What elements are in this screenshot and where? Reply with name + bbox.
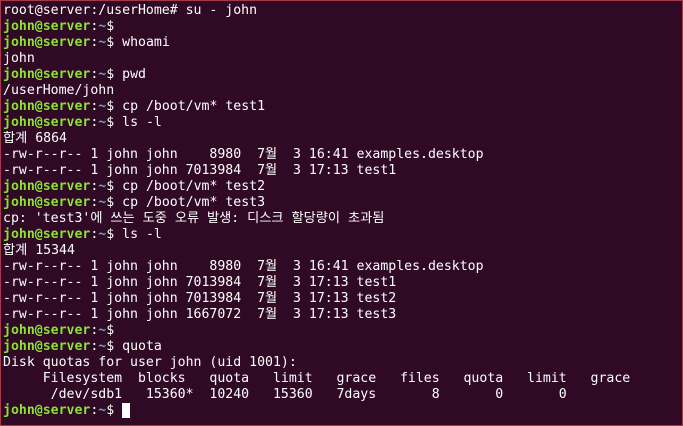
output-line: -rw-r--r-- 1 john john 8980 7월 3 16:41 e… [3,147,682,163]
command-text: whoami [114,35,170,50]
line-text: -rw-r--r-- 1 john john 8980 7월 3 16:41 e… [3,147,484,162]
prompt-user-host: john@server [3,339,91,354]
text-cursor [122,403,131,418]
line-text: root@server:/userHome# su - john [3,3,258,18]
line-text: -rw-r--r-- 1 john john 7013984 7월 3 17:1… [3,291,397,306]
prompt-symbol: $ [106,227,115,242]
output-line: 합계 6864 [3,131,682,147]
prompt-user-host: john@server [3,403,91,418]
line-text: -rw-r--r-- 1 john john 7013984 7월 3 17:1… [3,275,397,290]
command-text: ls -l [114,227,162,242]
prompt-user-host: john@server [3,115,91,130]
prompt-symbol: $ [106,179,115,194]
prompt-user-host: john@server [3,99,91,114]
prompt-symbol: $ [106,19,115,34]
line-text: /dev/sdb1 15360* 10240 15360 7days 8 0 0 [3,387,567,402]
prompt-user-host: john@server [3,195,91,210]
prompt-line: john@server:~$ cp /boot/vm* test1 [3,99,682,115]
command-text[interactable] [114,403,122,418]
output-line: Disk quotas for user john (uid 1001): [3,355,682,371]
output-line: /userHome/john [3,83,682,99]
command-text: cp /boot/vm* test2 [114,179,266,194]
line-text: -rw-r--r-- 1 john john 1667072 7월 3 17:1… [3,307,397,322]
prompt-symbol: $ [106,67,115,82]
output-line: cp: 'test3'에 쓰는 도중 오류 발생: 디스크 할당량이 초과됨 [3,211,682,227]
line-text: Disk quotas for user john (uid 1001): [3,355,297,370]
terminal-window[interactable]: root@server:/userHome# su - john john@ser… [0,0,683,426]
output-line: -rw-r--r-- 1 john john 1667072 7월 3 17:1… [3,307,682,323]
prompt-user-host: john@server [3,19,91,34]
prompt-line: john@server:~$ quota [3,339,682,355]
prompt-line: john@server:~$ [3,19,682,35]
prompt-symbol: $ [106,115,115,130]
command-text: pwd [114,67,146,82]
output-line: -rw-r--r-- 1 john john 7013984 7월 3 17:1… [3,275,682,291]
output-line: -rw-r--r-- 1 john john 8980 7월 3 16:41 e… [3,259,682,275]
prompt-user-host: john@server [3,179,91,194]
prompt-symbol: $ [106,403,115,418]
prompt-user-host: john@server [3,227,91,242]
command-text: cp /boot/vm* test1 [114,99,266,114]
prompt-user-host: john@server [3,323,91,338]
command-prompt-line: john@server:~$ [3,403,682,419]
terminal-output: root@server:/userHome# su - john john@ser… [3,3,682,419]
output-line: -rw-r--r-- 1 john john 7013984 7월 3 17:1… [3,291,682,307]
prompt-symbol: $ [106,195,115,210]
prompt-user-host: john@server [3,35,91,50]
line-text: /userHome/john [3,83,115,98]
prompt-symbol: $ [106,339,115,354]
prompt-line: john@server:~$ whoami [3,35,682,51]
line-text: -rw-r--r-- 1 john john 7013984 7월 3 17:1… [3,163,397,178]
output-line: /dev/sdb1 15360* 10240 15360 7days 8 0 0 [3,387,682,403]
prompt-user-host: john@server [3,67,91,82]
prompt-line: john@server:~$ ls -l [3,227,682,243]
prompt-line: john@server:~$ [3,323,682,339]
output-line: Filesystem blocks quota limit grace file… [3,371,682,387]
line-text: 합계 6864 [3,131,67,146]
root-command-line: root@server:/userHome# su - john [3,3,682,19]
line-text: -rw-r--r-- 1 john john 8980 7월 3 16:41 e… [3,259,484,274]
command-text: cp /boot/vm* test3 [114,195,266,210]
prompt-line: john@server:~$ cp /boot/vm* test2 [3,179,682,195]
output-line: 합계 15344 [3,243,682,259]
command-text: quota [114,339,162,354]
prompt-line: john@server:~$ pwd [3,67,682,83]
line-text: john [3,51,35,66]
line-text: Filesystem blocks quota limit grace file… [3,371,631,386]
command-text: ls -l [114,115,162,130]
prompt-line: john@server:~$ cp /boot/vm* test3 [3,195,682,211]
prompt-symbol: $ [106,323,115,338]
line-text: cp: 'test3'에 쓰는 도중 오류 발생: 디스크 할당량이 초과됨 [3,211,385,226]
output-line: -rw-r--r-- 1 john john 7013984 7월 3 17:1… [3,163,682,179]
prompt-line: john@server:~$ ls -l [3,115,682,131]
output-line: john [3,51,682,67]
prompt-symbol: $ [106,99,115,114]
line-text: 합계 15344 [3,243,75,258]
prompt-symbol: $ [106,35,115,50]
